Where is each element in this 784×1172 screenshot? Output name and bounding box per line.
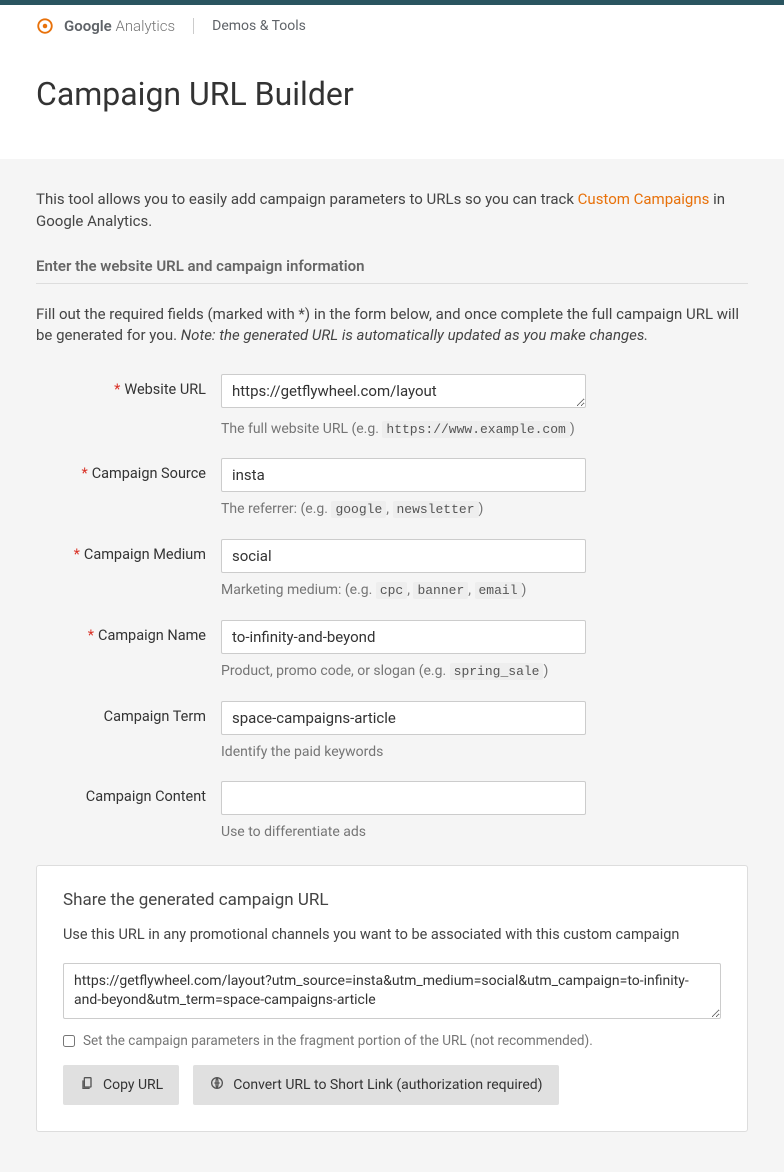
label-campaign-term: Campaign Term [36, 701, 221, 725]
row-campaign-name: *Campaign Name Product, promo code, or s… [36, 620, 748, 681]
copy-url-button[interactable]: Copy URL [63, 1065, 179, 1105]
hint-campaign-content: Use to differentiate ads [221, 823, 586, 841]
section-heading: Enter the website URL and campaign infor… [36, 257, 748, 284]
main-content: This tool allows you to easily add campa… [0, 159, 784, 1172]
brand-strong: Google [64, 17, 112, 35]
campaign-medium-input[interactable] [221, 539, 586, 573]
intro-text: This tool allows you to easily add campa… [36, 189, 748, 233]
generated-url-output[interactable]: https://getflywheel.com/layout?utm_sourc… [63, 963, 721, 1019]
hint-campaign-term: Identify the paid keywords [221, 743, 586, 761]
campaign-name-input[interactable] [221, 620, 586, 654]
required-marker: * [114, 381, 120, 398]
clipboard-icon [79, 1075, 95, 1095]
row-campaign-term: Campaign Term Identify the paid keywords [36, 701, 748, 761]
output-title: Share the generated campaign URL [63, 890, 721, 910]
fragment-checkbox[interactable] [63, 1035, 75, 1047]
intro-before: This tool allows you to easily add campa… [36, 190, 578, 208]
brand-thin: Analytics [115, 17, 175, 35]
page-title: Campaign URL Builder [36, 75, 748, 113]
copy-url-label: Copy URL [103, 1077, 163, 1093]
link-icon [209, 1075, 225, 1095]
required-marker: * [74, 546, 80, 563]
hint-website-url: The full website URL (e.g. https://www.e… [221, 420, 586, 439]
header: Google Analytics Demos & Tools [0, 5, 784, 47]
required-marker: * [81, 465, 87, 482]
hint-campaign-medium: Marketing medium: (e.g. cpc, banner, ema… [221, 581, 586, 600]
output-box: Share the generated campaign URL Use thi… [36, 865, 748, 1132]
campaign-source-input[interactable] [221, 458, 586, 492]
button-row: Copy URL Convert URL to Short Link (auth… [63, 1065, 721, 1105]
brand-text: Google Analytics [64, 17, 175, 35]
instructions-note: Note: the generated URL is automatically… [181, 326, 648, 344]
label-campaign-name: *Campaign Name [36, 620, 221, 644]
label-website-url: *Website URL [36, 374, 221, 398]
analytics-logo-icon [36, 17, 54, 35]
label-campaign-medium: *Campaign Medium [36, 539, 221, 563]
header-divider [193, 18, 194, 34]
fragment-checkbox-label: Set the campaign parameters in the fragm… [83, 1033, 593, 1049]
row-campaign-source: *Campaign Source The referrer: (e.g. goo… [36, 458, 748, 519]
convert-url-label: Convert URL to Short Link (authorization… [233, 1077, 542, 1093]
row-campaign-medium: *Campaign Medium Marketing medium: (e.g.… [36, 539, 748, 600]
hint-campaign-name: Product, promo code, or slogan (e.g. spr… [221, 662, 586, 681]
subbrand: Demos & Tools [212, 18, 306, 34]
label-campaign-source: *Campaign Source [36, 458, 221, 482]
row-website-url: *Website URL https://getflywheel.com/lay… [36, 374, 748, 439]
website-url-input[interactable]: https://getflywheel.com/layout [221, 374, 586, 408]
hint-campaign-source: The referrer: (e.g. google, newsletter) [221, 500, 586, 519]
required-marker: * [88, 627, 94, 644]
convert-url-button[interactable]: Convert URL to Short Link (authorization… [193, 1065, 558, 1105]
custom-campaigns-link[interactable]: Custom Campaigns [578, 190, 710, 208]
campaign-content-input[interactable] [221, 781, 586, 815]
label-campaign-content: Campaign Content [36, 781, 221, 805]
fragment-checkbox-row[interactable]: Set the campaign parameters in the fragm… [63, 1033, 721, 1049]
campaign-term-input[interactable] [221, 701, 586, 735]
title-section: Campaign URL Builder [0, 47, 784, 159]
row-campaign-content: Campaign Content Use to differentiate ad… [36, 781, 748, 841]
output-desc: Use this URL in any promotional channels… [63, 926, 721, 943]
instructions: Fill out the required fields (marked wit… [36, 304, 748, 346]
